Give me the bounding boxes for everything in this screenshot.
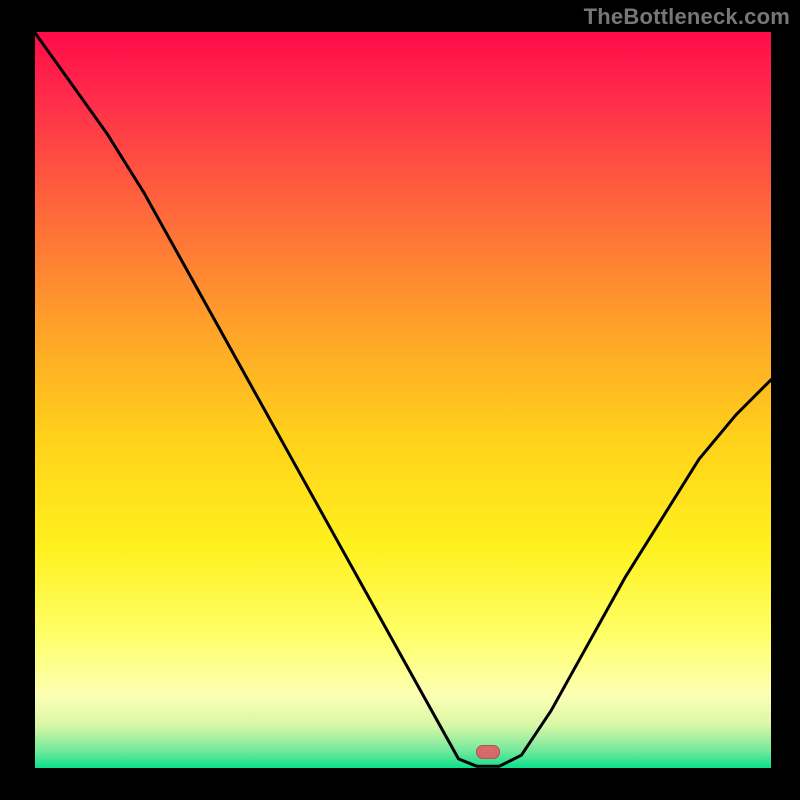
optimal-marker — [476, 745, 500, 759]
bottleneck-curve — [0, 0, 800, 800]
chart-stage: TheBottleneck.com — [0, 0, 800, 800]
